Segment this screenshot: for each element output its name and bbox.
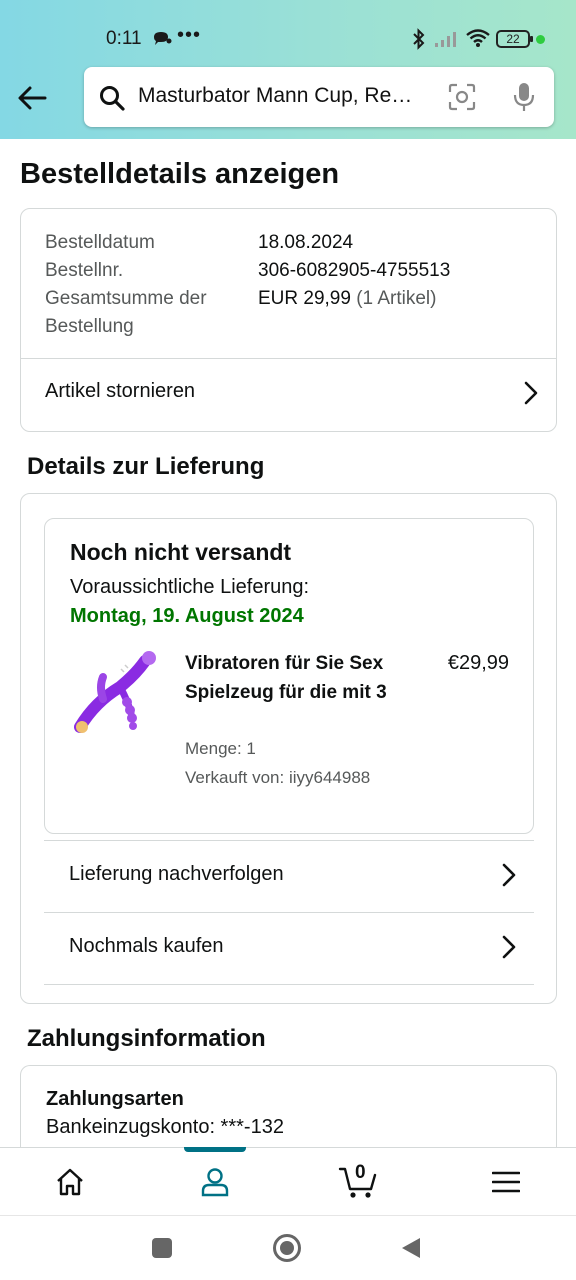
recent-apps-button[interactable]: [151, 1237, 173, 1264]
menu-icon: [492, 1171, 520, 1193]
triangle-back-icon: [402, 1238, 420, 1258]
page-title: Bestelldetails anzeigen: [20, 158, 340, 190]
tab-home[interactable]: [30, 1148, 110, 1216]
order-date-label: Bestelldatum: [45, 232, 155, 253]
chat-notification-icon: [152, 31, 172, 52]
tab-menu[interactable]: [466, 1148, 546, 1216]
more-notifications-icon: •••: [177, 24, 202, 46]
product-quantity: Menge: 1: [185, 739, 256, 758]
order-number-label: Bestellnr.: [45, 260, 124, 281]
app-header: 0:11 ••• 22 Masturbator Mann Cup, Re…: [0, 0, 576, 139]
track-delivery-label: Lieferung nachverfolgen: [69, 863, 284, 885]
order-total-label: Gesamtsumme der Bestellung: [45, 285, 207, 341]
cancel-items-label: Artikel stornieren: [45, 380, 196, 402]
square-icon: [152, 1238, 172, 1258]
order-number-value: 306-6082905-4755513: [258, 260, 451, 281]
payment-methods-title: Zahlungsarten: [46, 1088, 184, 1110]
chevron-right-icon: [502, 935, 516, 964]
order-date-value: 18.08.2024: [258, 232, 354, 253]
shipment-status: Noch nicht versandt: [70, 539, 292, 565]
privacy-indicator-dot: [536, 35, 545, 44]
camera-search-icon[interactable]: [448, 83, 476, 116]
circle-icon: [273, 1234, 301, 1262]
signal-icon: [434, 30, 460, 53]
chevron-right-icon: [502, 863, 516, 892]
payment-section-title: Zahlungsinformation: [27, 1025, 266, 1052]
eta-label: Voraussichtliche Lieferung:: [70, 576, 310, 598]
home-system-button[interactable]: [272, 1233, 302, 1268]
bluetooth-icon: [412, 28, 426, 55]
track-delivery-button[interactable]: Lieferung nachverfolgen: [44, 841, 534, 913]
cancel-items-button[interactable]: Artikel stornieren: [21, 359, 556, 431]
status-bar: 0:11 ••• 22: [0, 0, 576, 64]
order-summary-card: Bestelldatum 18.08.2024 Bestellnr. 306-6…: [20, 208, 557, 432]
wifi-icon: [465, 28, 491, 53]
system-navigation-bar: [0, 1215, 576, 1280]
home-icon: [57, 1168, 83, 1196]
search-icon: [98, 84, 126, 117]
order-total-amount: EUR 29,99: [258, 288, 351, 309]
back-button[interactable]: [14, 80, 50, 116]
bottom-tab-bar: [0, 1147, 576, 1215]
product-image[interactable]: [65, 647, 165, 747]
search-input[interactable]: Masturbator Mann Cup, Re…: [138, 84, 438, 108]
search-bar[interactable]: Masturbator Mann Cup, Re…: [84, 67, 554, 127]
order-total-items: (1 Artikel): [356, 288, 437, 309]
arrow-left-icon: [18, 86, 47, 110]
battery-icon: 22: [496, 30, 533, 48]
buy-again-button[interactable]: Nochmals kaufen: [44, 913, 534, 985]
order-total-label-line1: Gesamtsumme der: [45, 288, 207, 309]
cart-count-badge: 0: [355, 1162, 366, 1183]
shipment-box: Noch nicht versandt Voraussichtliche Lie…: [44, 518, 534, 834]
back-system-button[interactable]: [400, 1236, 422, 1265]
product-price: €29,99: [447, 652, 509, 674]
microphone-icon[interactable]: [512, 81, 536, 118]
status-time: 0:11: [106, 28, 142, 49]
product-seller: Verkauft von: iiyy644988: [185, 768, 371, 787]
tab-account[interactable]: [175, 1148, 255, 1216]
delivery-section-title: Details zur Lieferung: [27, 453, 265, 480]
order-total-value: EUR 29,99 (1 Artikel): [258, 285, 436, 313]
divider: [44, 984, 534, 985]
delivery-card: Noch nicht versandt Voraussichtliche Lie…: [20, 493, 557, 1004]
order-total-label-line2: Bestellung: [45, 316, 134, 337]
chevron-right-icon: [524, 381, 538, 410]
product-title[interactable]: Vibratoren für Sie Sex Spielzeug für die…: [185, 649, 415, 707]
buy-again-label: Nochmals kaufen: [69, 935, 224, 957]
eta-date: Montag, 19. August 2024: [70, 605, 304, 627]
person-icon: [201, 1168, 229, 1197]
payment-method-line: Bankeinzugskonto: ***-132: [46, 1116, 284, 1138]
